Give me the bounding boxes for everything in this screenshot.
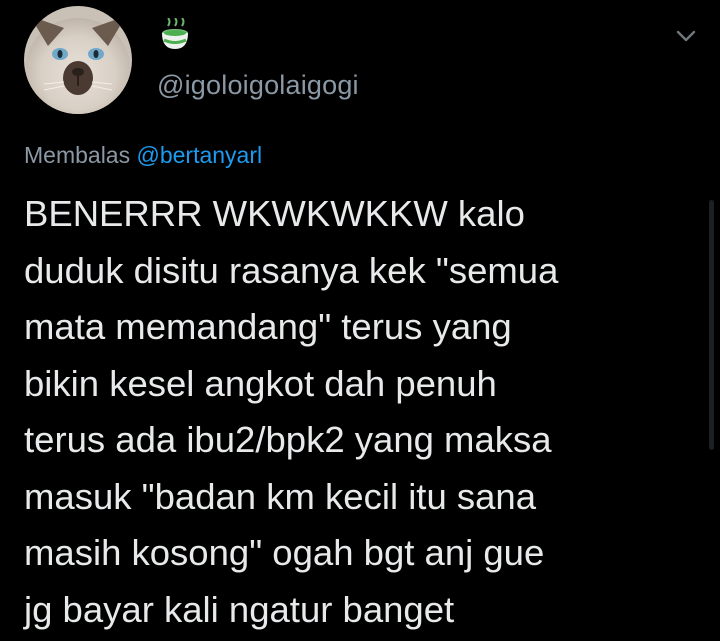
tweet[interactable]: @igoloigolaigogi Membalas @bertanyarl BE… xyxy=(0,0,720,641)
tweet-text: BENERRR WKWKWKKW kalo duduk disitu rasan… xyxy=(24,186,704,638)
tweet-text-line: terus ada ibu2/bpk2 yang maksa xyxy=(24,419,552,460)
tweet-text-line: duduk disitu rasanya kek "semua xyxy=(24,249,559,291)
tweet-text-line: bikin kesel angkot dah penuh xyxy=(24,362,497,404)
reply-prefix: Membalas xyxy=(24,142,137,168)
reply-mention-link[interactable]: @bertanyarl xyxy=(136,142,262,168)
avatar[interactable] xyxy=(24,6,132,114)
scrollbar[interactable] xyxy=(709,200,714,450)
tweet-text-line: jg bayar kali ngatur banget xyxy=(24,588,455,630)
tweet-text-line: BENERRR WKWKWKKW kalo xyxy=(24,193,525,234)
reply-context: Membalas @bertanyarl xyxy=(24,142,262,169)
tweet-text-line: mata memandang" terus yang xyxy=(24,306,512,347)
display-name-emoji[interactable] xyxy=(158,17,192,52)
author-handle[interactable]: @igoloigolaigogi xyxy=(157,70,359,101)
matcha-cup-icon xyxy=(162,17,188,49)
tweet-text-line: masih kosong" ogah bgt anj gue xyxy=(24,532,545,573)
tweet-text-line: masuk "badan km kecil itu sana xyxy=(24,475,537,517)
cat-avatar-image xyxy=(24,6,132,114)
chevron-down-icon[interactable] xyxy=(672,22,700,50)
